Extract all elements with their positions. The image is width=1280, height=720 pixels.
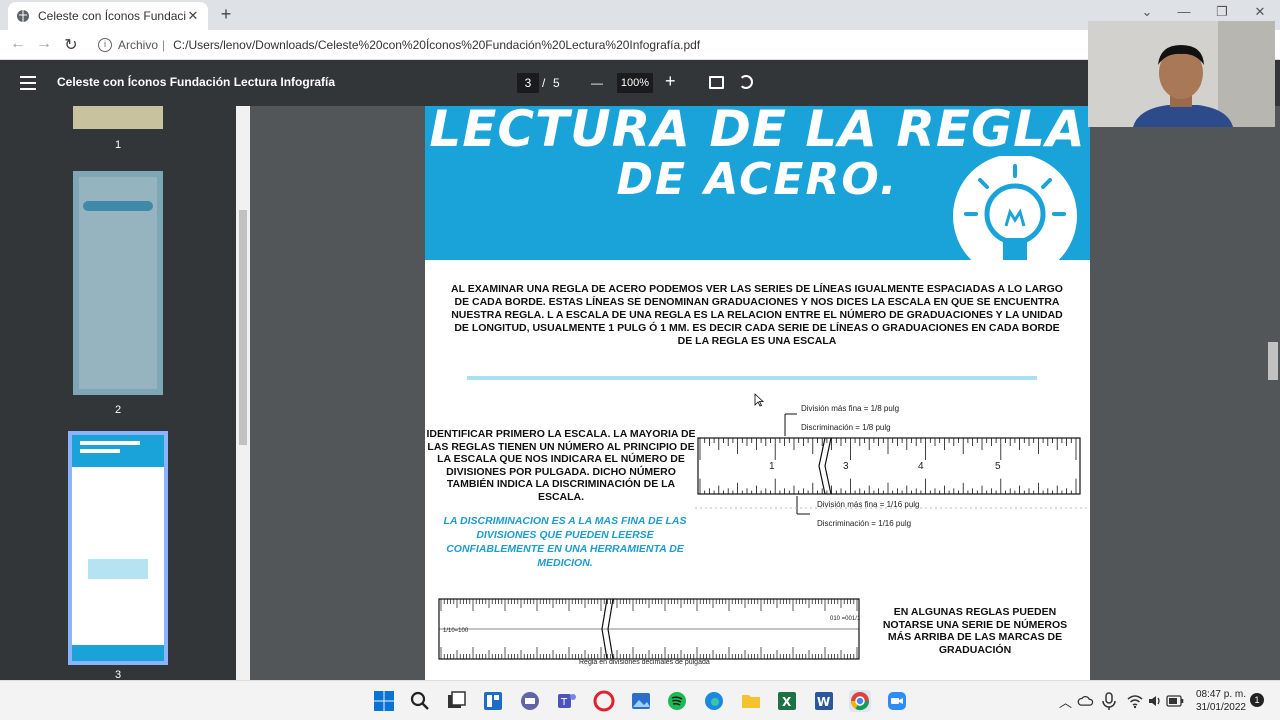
- battery-icon[interactable]: [1166, 694, 1184, 708]
- close-window-button[interactable]: ✕: [1250, 4, 1270, 20]
- edge-icon[interactable]: [703, 690, 725, 712]
- ruler-number: 5: [995, 461, 1001, 472]
- zoom-out-button[interactable]: —: [591, 76, 603, 90]
- mouse-cursor-icon: [754, 393, 764, 407]
- pdf-scrollbar-thumb[interactable]: [1268, 342, 1278, 380]
- clock-date: 31/01/2022: [1195, 702, 1246, 713]
- webcam-overlay: [1088, 21, 1275, 127]
- forward-button[interactable]: →: [34, 35, 54, 53]
- volume-icon[interactable]: [1147, 693, 1163, 709]
- hero-title-line1: LECTURA DE LA REGLA: [429, 106, 1086, 158]
- address-separator: |: [162, 38, 166, 52]
- new-tab-button[interactable]: +: [216, 4, 236, 25]
- tab-title: Celeste con Íconos Fundación Le: [38, 9, 186, 23]
- page-total: 5: [553, 76, 560, 90]
- reload-button[interactable]: ↻: [61, 35, 81, 55]
- opera-icon[interactable]: [593, 690, 615, 712]
- ruler-label-div-fina-16: División más fina = 1/16 pulg: [817, 500, 920, 509]
- discriminacion-paragraph: LA DISCRIMINACION ES A LA MAS FINA DE LA…: [443, 515, 687, 569]
- svg-text:T: T: [560, 697, 568, 708]
- word-icon[interactable]: W: [813, 690, 835, 712]
- identificar-paragraph: IDENTIFICAR PRIMERO LA ESCALA. LA MAYORI…: [426, 428, 696, 503]
- page-thumbnail-2[interactable]: [73, 171, 163, 395]
- ruler-number: 1: [769, 461, 775, 472]
- zoom-input[interactable]: 100%: [617, 73, 653, 93]
- section-divider: [467, 376, 1037, 380]
- minimize-button[interactable]: —: [1174, 4, 1194, 19]
- ruler-label-disc-8: Discriminación = 1/8 pulg: [801, 423, 891, 432]
- thumbnail-number: 1: [114, 139, 122, 151]
- excel-icon[interactable]: X: [776, 690, 798, 712]
- zoom-in-button[interactable]: +: [665, 71, 676, 92]
- notification-badge[interactable]: 1: [1250, 693, 1264, 707]
- person-silhouette-icon: [1088, 21, 1275, 127]
- maximize-button[interactable]: ❐: [1212, 4, 1232, 20]
- task-view-icon[interactable]: [445, 690, 467, 712]
- tab-close-icon[interactable]: ✕: [186, 8, 200, 24]
- back-button[interactable]: ←: [8, 35, 28, 53]
- ruler2-scale-label-right: 010 =001/1: [830, 616, 861, 622]
- tab-search-icon[interactable]: ⌄: [1137, 4, 1157, 20]
- browser-tab[interactable]: Celeste con Íconos Fundación Le ✕: [8, 2, 208, 30]
- tray-chevron-icon[interactable]: ︿: [1059, 692, 1072, 711]
- pdf-scrollbar[interactable]: [1266, 106, 1280, 680]
- cloud-icon[interactable]: [1077, 692, 1095, 710]
- svg-text:W: W: [817, 695, 830, 709]
- ruler-label-disc-16: Discriminación = 1/16 pulg: [817, 519, 912, 528]
- lightbulb-icon: [953, 156, 1077, 278]
- microphone-icon[interactable]: [1101, 692, 1117, 710]
- zoom-app-icon[interactable]: [886, 690, 908, 712]
- taskbar-clock[interactable]: 08:47 p. m. 31/01/2022: [1188, 688, 1246, 714]
- file-explorer-icon[interactable]: [740, 690, 762, 712]
- rotate-icon[interactable]: [739, 75, 753, 89]
- thumbnail-number: 2: [114, 404, 122, 416]
- algunas-paragraph: EN ALGUNAS REGLAS PUEDEN NOTARSE UNA SER…: [882, 606, 1068, 656]
- intro-paragraph: AL EXAMINAR UNA REGLA DE ACERO PODEMOS V…: [451, 283, 1063, 347]
- ruler-label-div-fina-8: División más fina = 1/8 pulg: [801, 404, 900, 413]
- fit-page-icon[interactable]: [709, 76, 724, 89]
- sidebar-scrollbar-thumb[interactable]: [239, 210, 247, 445]
- ruler-number: 4: [918, 461, 924, 472]
- ruler2-scale-label: 1/10=100: [443, 628, 469, 634]
- wifi-icon[interactable]: [1127, 693, 1143, 709]
- page-thumbnail-1[interactable]: [73, 106, 163, 129]
- info-icon[interactable]: i: [98, 38, 112, 52]
- thumbnail-sidebar: 1 2 3: [0, 106, 236, 681]
- ruler-number: 3: [843, 461, 849, 472]
- clock-time: 08:47 p. m.: [1195, 689, 1246, 700]
- windows-taskbar: T X W ︿ 08:47 p. m. 31/01/2022 1: [0, 680, 1280, 720]
- search-icon[interactable]: [409, 690, 431, 712]
- windows-start-icon[interactable]: [373, 690, 395, 712]
- ruler-diagram-fractional: [695, 413, 1090, 515]
- address-url[interactable]: C:/Users/lenov/Downloads/Celeste%20con%2…: [173, 38, 700, 52]
- address-scheme-label: Archivo: [118, 38, 159, 52]
- svg-text:X: X: [782, 695, 792, 709]
- photos-icon[interactable]: [630, 690, 652, 712]
- ruler2-caption: Regla en divisiones decimales de pulgada: [579, 659, 710, 666]
- pdf-document-title: Celeste con Íconos Fundación Lectura Inf…: [57, 75, 336, 89]
- page-number-input[interactable]: 3: [517, 73, 539, 93]
- globe-icon: [17, 10, 29, 22]
- widgets-icon[interactable]: [482, 690, 504, 712]
- menu-icon[interactable]: [20, 76, 36, 90]
- chat-icon[interactable]: [519, 690, 541, 712]
- chrome-icon[interactable]: [849, 690, 871, 712]
- page-thumbnail-3-selected[interactable]: [68, 431, 168, 665]
- spotify-icon[interactable]: [666, 690, 688, 712]
- page-separator: /: [542, 76, 546, 90]
- teams-icon[interactable]: T: [556, 690, 578, 712]
- address-bar[interactable]: i Archivo | C:/Users/lenov/Downloads/Cel…: [92, 33, 1092, 57]
